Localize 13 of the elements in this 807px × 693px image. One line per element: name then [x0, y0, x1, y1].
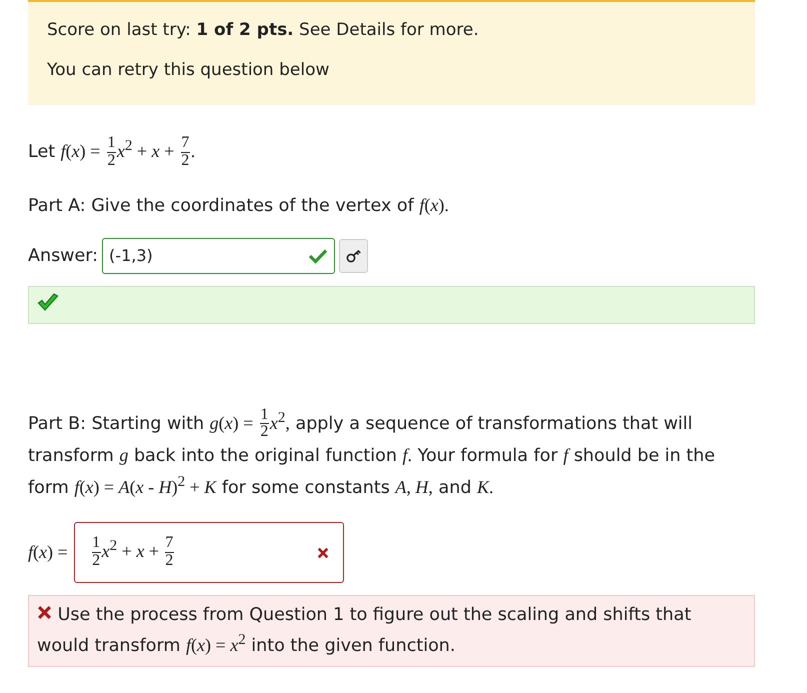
answer-label: f(x) =: [28, 542, 68, 564]
feedback-text: Use the process from Question 1 to figure out the scaling and shifts that would transform f(x) = x$^{2}$ into the given function.: [37, 604, 692, 658]
cross-icon: [316, 546, 329, 559]
key-button[interactable]: [339, 238, 368, 273]
cross-icon: [37, 605, 52, 620]
check-icon: [37, 292, 59, 313]
key-icon: [346, 248, 362, 263]
retry-text: You can retry this question below: [47, 60, 330, 80]
score-text: Score on last try: 1 of 2 pts. See Details for more.: [47, 20, 480, 40]
check-icon: [308, 248, 328, 264]
part-a-question: Part A: Give the coordinates of the vertex of f(x).: [28, 194, 450, 218]
answer-field[interactable]: (-1,3): [102, 238, 336, 274]
answer-label: Answer:: [28, 246, 98, 266]
